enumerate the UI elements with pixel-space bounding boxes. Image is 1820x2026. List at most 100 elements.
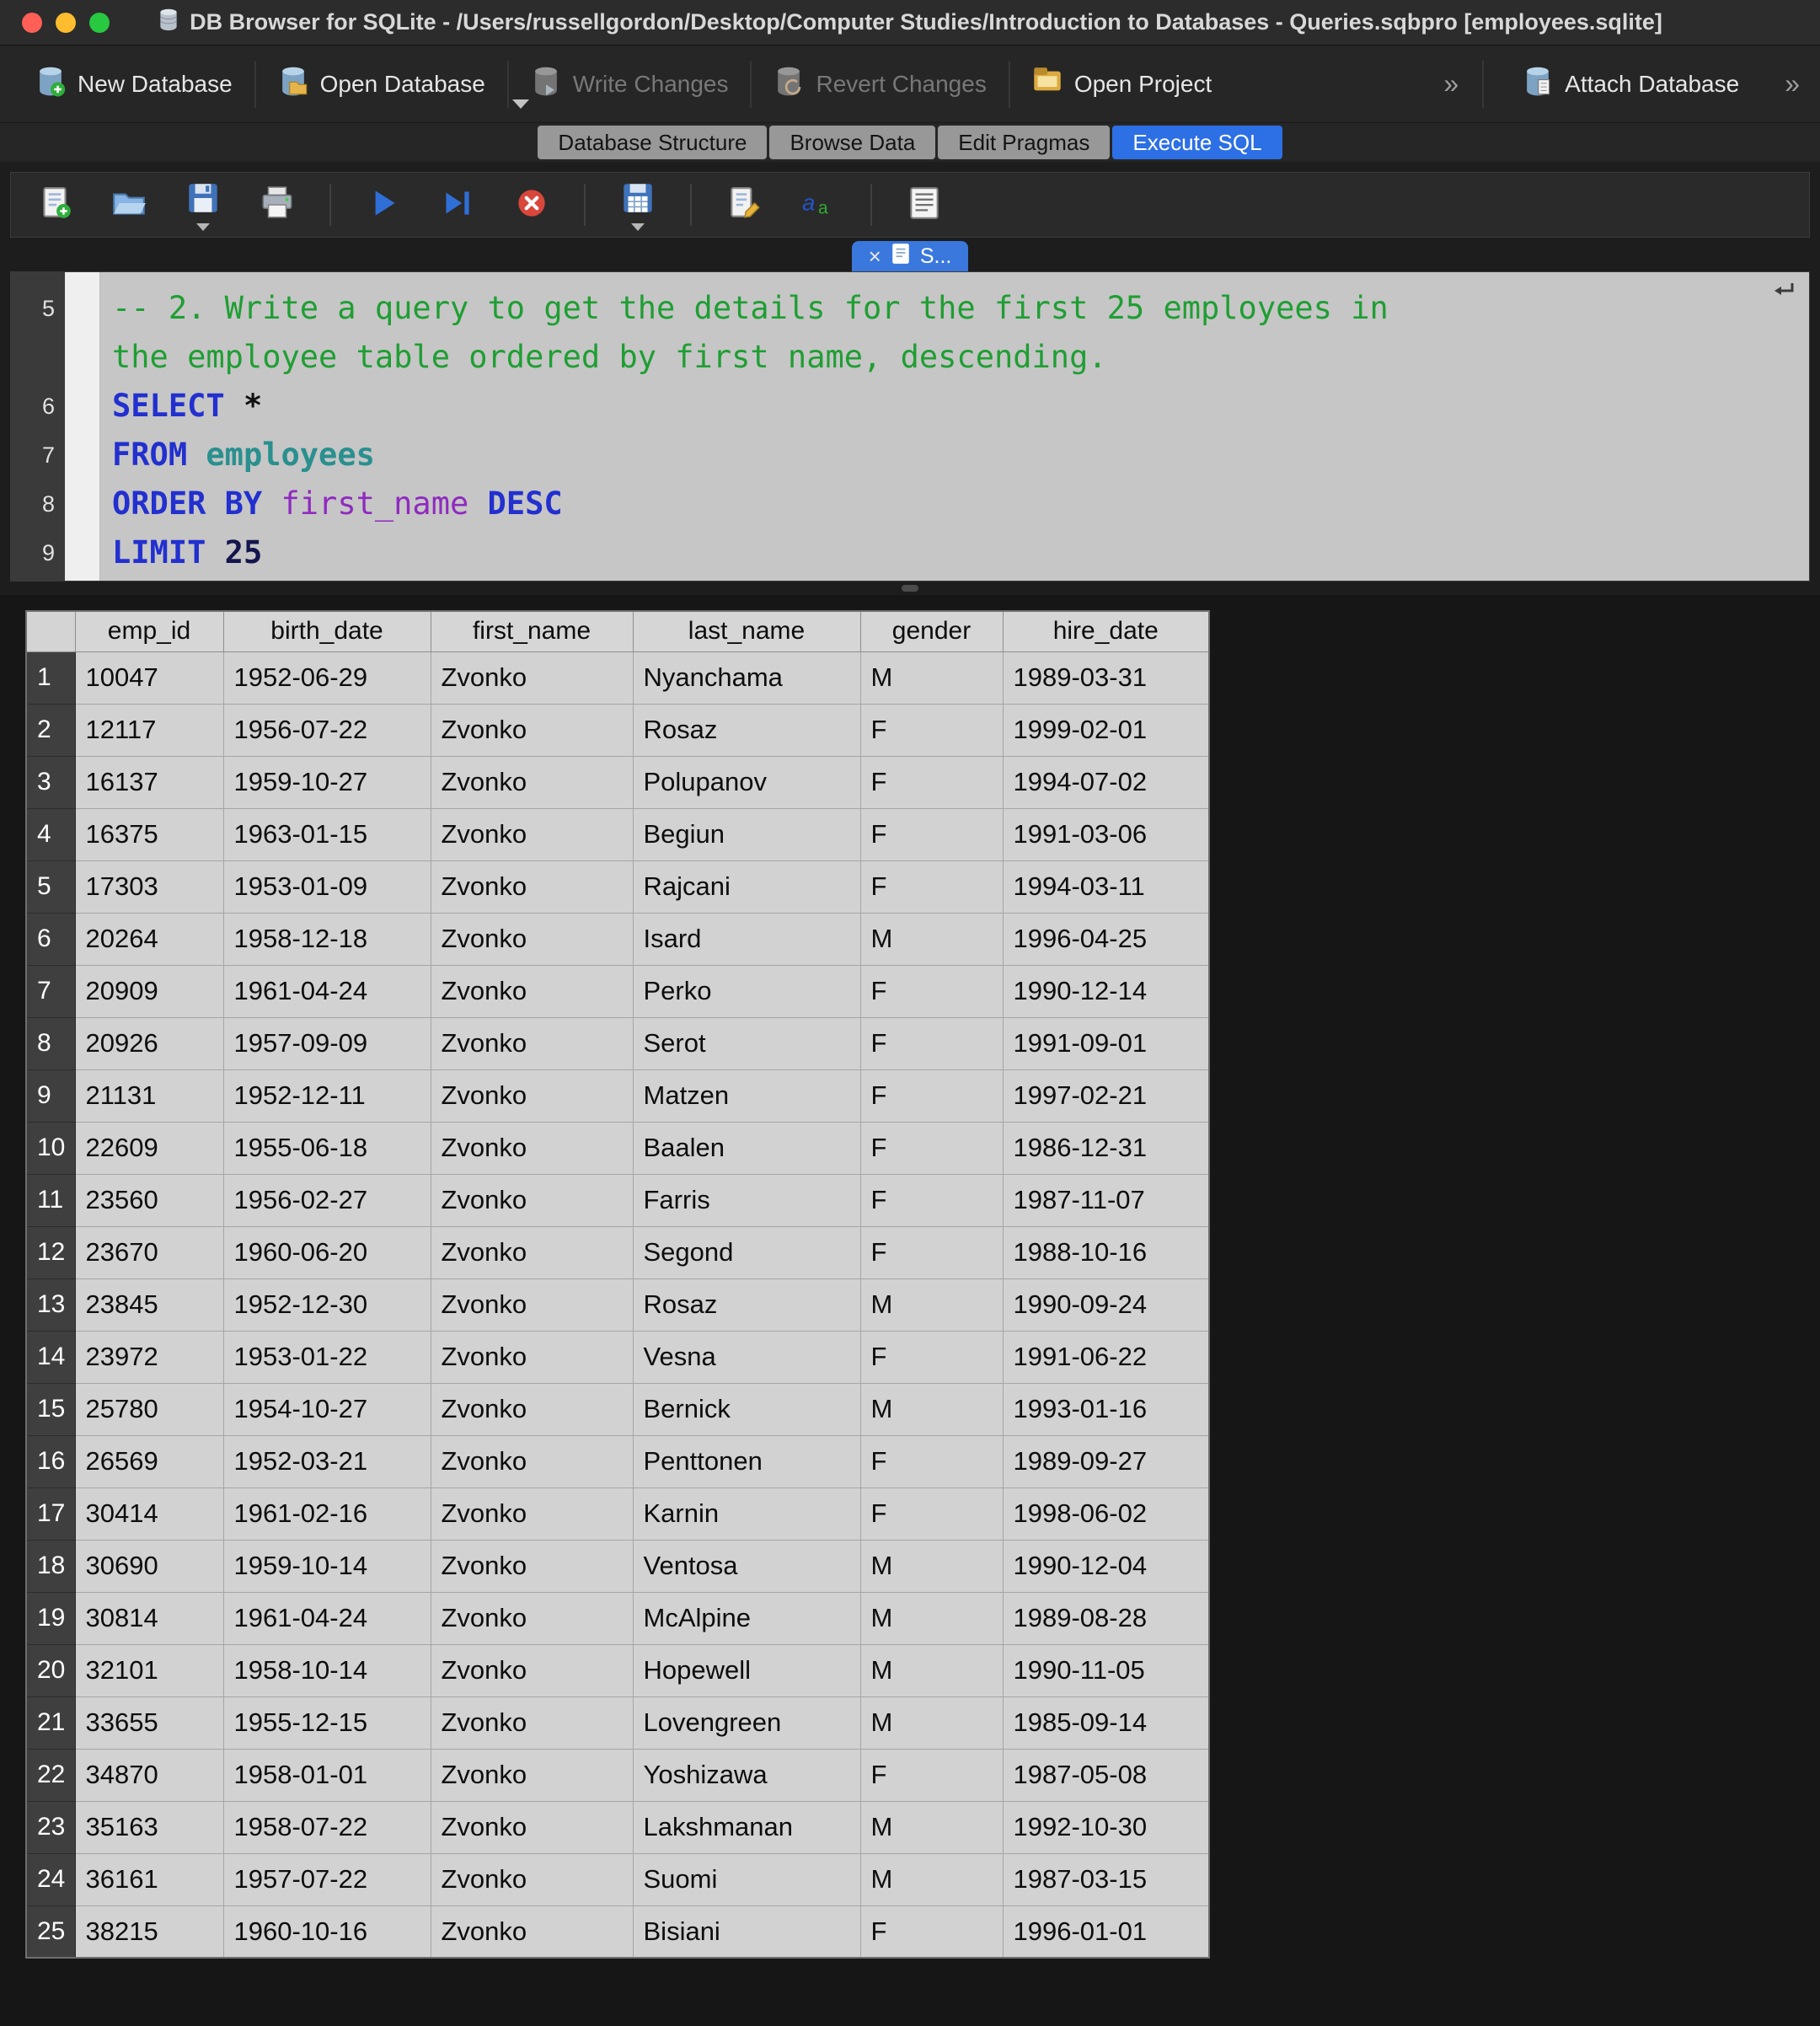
row-number[interactable]: 25 <box>26 1905 75 1958</box>
cell-last_name[interactable]: Hopewell <box>633 1644 860 1696</box>
cell-gender[interactable]: M <box>860 1801 1003 1853</box>
format-sql-button[interactable]: aa <box>793 184 843 227</box>
cell-emp_id[interactable]: 35163 <box>75 1801 223 1853</box>
cell-first_name[interactable]: Zvonko <box>431 808 633 860</box>
cell-first_name[interactable]: Zvonko <box>431 1226 633 1278</box>
cell-birth_date[interactable]: 1952-12-11 <box>223 1069 431 1122</box>
cell-hire_date[interactable]: 1990-12-14 <box>1003 965 1209 1017</box>
dropdown-chevron-icon[interactable] <box>196 223 210 231</box>
cell-first_name[interactable]: Zvonko <box>431 965 633 1017</box>
cell-first_name[interactable]: Zvonko <box>431 1540 633 1592</box>
sql-editor[interactable]: -- 2. Write a query to get the details f… <box>100 272 1809 581</box>
cell-gender[interactable]: M <box>860 1278 1003 1331</box>
row-number[interactable]: 8 <box>26 1017 75 1069</box>
open-sql-file-button[interactable] <box>104 184 154 227</box>
zoom-button[interactable] <box>89 13 110 33</box>
cell-first_name[interactable]: Zvonko <box>431 756 633 808</box>
cell-emp_id[interactable]: 26569 <box>75 1435 223 1487</box>
cell-hire_date[interactable]: 1987-05-08 <box>1003 1749 1209 1801</box>
cell-first_name[interactable]: Zvonko <box>431 1592 633 1644</box>
row-number[interactable]: 2 <box>26 704 75 756</box>
cell-last_name[interactable]: Segond <box>633 1226 860 1278</box>
cell-last_name[interactable]: Rosaz <box>633 1278 860 1331</box>
cell-last_name[interactable]: Ventosa <box>633 1540 860 1592</box>
cell-emp_id[interactable]: 10047 <box>75 651 223 704</box>
close-button[interactable] <box>22 13 42 33</box>
row-number[interactable]: 18 <box>26 1540 75 1592</box>
cell-gender[interactable]: F <box>860 1749 1003 1801</box>
cell-gender[interactable]: F <box>860 756 1003 808</box>
cell-birth_date[interactable]: 1961-04-24 <box>223 1592 431 1644</box>
cell-birth_date[interactable]: 1960-10-16 <box>223 1905 431 1958</box>
dropdown-chevron-icon[interactable] <box>631 223 645 231</box>
cell-emp_id[interactable]: 21131 <box>75 1069 223 1122</box>
cell-birth_date[interactable]: 1953-01-22 <box>223 1331 431 1383</box>
minimize-button[interactable] <box>56 13 76 33</box>
row-number[interactable]: 7 <box>26 965 75 1017</box>
toolbar-overflow-button[interactable]: » <box>1437 68 1465 99</box>
cell-emp_id[interactable]: 16137 <box>75 756 223 808</box>
cell-gender[interactable]: F <box>860 704 1003 756</box>
cell-gender[interactable]: F <box>860 1435 1003 1487</box>
toolbar-overflow-button[interactable]: » <box>1778 68 1807 99</box>
column-header-birth_date[interactable]: birth_date <box>223 611 431 651</box>
cell-hire_date[interactable]: 1991-06-22 <box>1003 1331 1209 1383</box>
cell-birth_date[interactable]: 1958-10-14 <box>223 1644 431 1696</box>
cell-first_name[interactable]: Zvonko <box>431 1122 633 1174</box>
row-number[interactable]: 21 <box>26 1696 75 1749</box>
open-project-button[interactable]: Open Project <box>1010 55 1234 114</box>
row-number[interactable]: 3 <box>26 756 75 808</box>
cell-last_name[interactable]: Penttonen <box>633 1435 860 1487</box>
cell-last_name[interactable]: Isard <box>633 913 860 965</box>
cell-hire_date[interactable]: 1985-09-14 <box>1003 1696 1209 1749</box>
cell-birth_date[interactable]: 1959-10-27 <box>223 756 431 808</box>
cell-birth_date[interactable]: 1961-04-24 <box>223 965 431 1017</box>
cell-first_name[interactable]: Zvonko <box>431 1749 633 1801</box>
cell-gender[interactable]: M <box>860 1383 1003 1435</box>
row-number[interactable]: 20 <box>26 1644 75 1696</box>
sql-tab[interactable]: × S... <box>852 241 969 271</box>
cell-last_name[interactable]: Yoshizawa <box>633 1749 860 1801</box>
cell-hire_date[interactable]: 1991-03-06 <box>1003 808 1209 860</box>
row-number[interactable]: 16 <box>26 1435 75 1487</box>
cell-birth_date[interactable]: 1957-09-09 <box>223 1017 431 1069</box>
row-number[interactable]: 10 <box>26 1122 75 1174</box>
cell-gender[interactable]: F <box>860 1905 1003 1958</box>
cell-hire_date[interactable]: 1996-04-25 <box>1003 913 1209 965</box>
row-number[interactable]: 17 <box>26 1487 75 1540</box>
cell-birth_date[interactable]: 1954-10-27 <box>223 1383 431 1435</box>
cell-emp_id[interactable]: 12117 <box>75 704 223 756</box>
cell-first_name[interactable]: Zvonko <box>431 1853 633 1905</box>
row-number[interactable]: 4 <box>26 808 75 860</box>
print-button[interactable] <box>252 184 302 227</box>
cell-birth_date[interactable]: 1960-06-20 <box>223 1226 431 1278</box>
cell-first_name[interactable]: Zvonko <box>431 1905 633 1958</box>
cell-hire_date[interactable]: 1987-03-15 <box>1003 1853 1209 1905</box>
attach-database-button[interactable]: Attach Database <box>1501 55 1761 114</box>
cell-last_name[interactable]: Polupanov <box>633 756 860 808</box>
cell-gender[interactable]: M <box>860 1540 1003 1592</box>
cell-first_name[interactable]: Zvonko <box>431 1331 633 1383</box>
cell-first_name[interactable]: Zvonko <box>431 1696 633 1749</box>
row-number[interactable]: 24 <box>26 1853 75 1905</box>
cell-emp_id[interactable]: 34870 <box>75 1749 223 1801</box>
cell-last_name[interactable]: Rosaz <box>633 704 860 756</box>
cell-last_name[interactable]: Bisiani <box>633 1905 860 1958</box>
save-results-button[interactable] <box>613 179 663 231</box>
cell-emp_id[interactable]: 38215 <box>75 1905 223 1958</box>
cell-hire_date[interactable]: 1999-02-01 <box>1003 704 1209 756</box>
cell-gender[interactable]: M <box>860 913 1003 965</box>
row-number[interactable]: 13 <box>26 1278 75 1331</box>
column-header-gender[interactable]: gender <box>860 611 1003 651</box>
cell-gender[interactable]: F <box>860 965 1003 1017</box>
close-tab-icon[interactable]: × <box>869 245 881 267</box>
stop-execution-button[interactable] <box>506 184 557 227</box>
cell-emp_id[interactable]: 16375 <box>75 808 223 860</box>
cell-last_name[interactable]: Suomi <box>633 1853 860 1905</box>
cell-last_name[interactable]: Nyanchama <box>633 651 860 704</box>
cell-emp_id[interactable]: 23972 <box>75 1331 223 1383</box>
cell-birth_date[interactable]: 1956-02-27 <box>223 1174 431 1226</box>
cell-gender[interactable]: M <box>860 1696 1003 1749</box>
row-number[interactable]: 12 <box>26 1226 75 1278</box>
cell-gender[interactable]: F <box>860 1487 1003 1540</box>
